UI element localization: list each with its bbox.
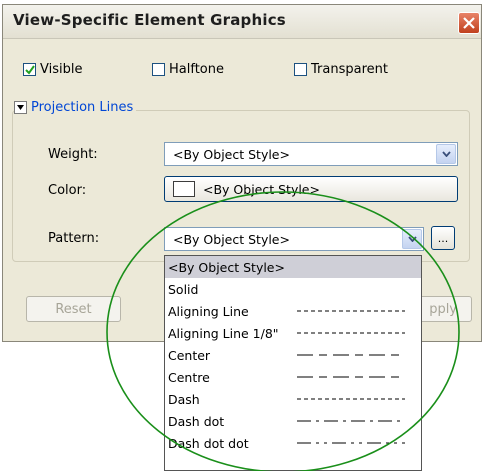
pattern-option[interactable]: Solid [165, 278, 421, 300]
line-pattern-preview [297, 332, 405, 334]
reset-label: Reset [55, 301, 92, 317]
line-pattern-preview [297, 354, 405, 356]
pattern-option-label: Dash dot [168, 413, 225, 429]
projection-lines-header[interactable]: Projection Lines [14, 100, 137, 115]
dialog-title: View-Specific Element Graphics [13, 11, 286, 29]
pattern-option-label: <By Object Style> [168, 259, 285, 275]
color-swatch [173, 181, 195, 197]
weight-label: Weight: [48, 147, 98, 162]
pattern-option[interactable]: <By Object Style> [165, 256, 421, 278]
line-pattern-preview [297, 310, 405, 312]
halftone-checkbox[interactable]: Halftone [152, 62, 224, 77]
ellipsis-icon: ... [437, 231, 449, 245]
visible-label: Visible [40, 62, 83, 77]
pattern-option[interactable]: Aligning Line [165, 300, 421, 322]
visible-checkbox-box[interactable] [23, 63, 36, 76]
visible-checkbox[interactable]: Visible [23, 62, 82, 77]
color-value: <By Object Style> [203, 181, 320, 197]
browse-button[interactable]: ... [431, 226, 455, 250]
line-pattern-preview [297, 376, 405, 378]
pattern-option-label: Centre [168, 369, 210, 385]
pattern-option-label: Center [168, 347, 211, 363]
color-button[interactable]: <By Object Style> [164, 176, 458, 202]
pattern-option[interactable]: Centre [165, 366, 421, 388]
transparent-checkbox[interactable]: Transparent [294, 62, 388, 77]
pattern-option[interactable]: Center [165, 344, 421, 366]
color-label: Color: [48, 183, 87, 198]
pattern-option-label: Solid [168, 281, 199, 297]
weight-dropdown[interactable]: <By Object Style> [164, 142, 458, 166]
weight-value: <By Object Style> [173, 147, 290, 162]
close-icon [463, 17, 475, 29]
projection-lines-title: Projection Lines [31, 100, 134, 115]
apply-label: pply [429, 301, 457, 317]
line-pattern-preview [297, 442, 405, 444]
chevron-down-icon [407, 236, 417, 242]
transparent-label: Transparent [311, 62, 388, 77]
pattern-dropdown-arrow[interactable] [402, 229, 422, 249]
collapse-toggle[interactable] [14, 101, 27, 114]
pattern-options-list[interactable]: <By Object Style> Solid Aligning Line Align… [164, 255, 422, 471]
triangle-down-icon [17, 105, 24, 110]
halftone-checkbox-box[interactable] [152, 63, 165, 76]
pattern-option-label: Aligning Line 1/8" [168, 325, 279, 341]
pattern-option-label: Dash dot dot [168, 435, 249, 451]
chevron-down-icon [441, 151, 451, 157]
halftone-label: Halftone [169, 62, 224, 77]
line-pattern-preview [297, 420, 405, 422]
pattern-option[interactable]: Dash dot dot [165, 432, 421, 454]
weight-dropdown-arrow[interactable] [436, 144, 456, 164]
reset-button[interactable]: Reset [26, 296, 121, 322]
title-bar: View-Specific Element Graphics [3, 5, 481, 39]
pattern-option-label: Dash [168, 391, 200, 407]
pattern-dropdown[interactable]: <By Object Style> [164, 227, 424, 251]
pattern-option[interactable]: Dash [165, 388, 421, 410]
pattern-option-label: Aligning Line [168, 303, 249, 319]
close-button[interactable] [458, 12, 480, 34]
pattern-value: <By Object Style> [173, 232, 290, 247]
pattern-option[interactable]: Dash dot [165, 410, 421, 432]
line-pattern-preview [297, 398, 405, 400]
pattern-label: Pattern: [48, 231, 100, 246]
pattern-option[interactable]: Aligning Line 1/8" [165, 322, 421, 344]
checkmark-icon [24, 64, 35, 75]
transparent-checkbox-box[interactable] [294, 63, 307, 76]
